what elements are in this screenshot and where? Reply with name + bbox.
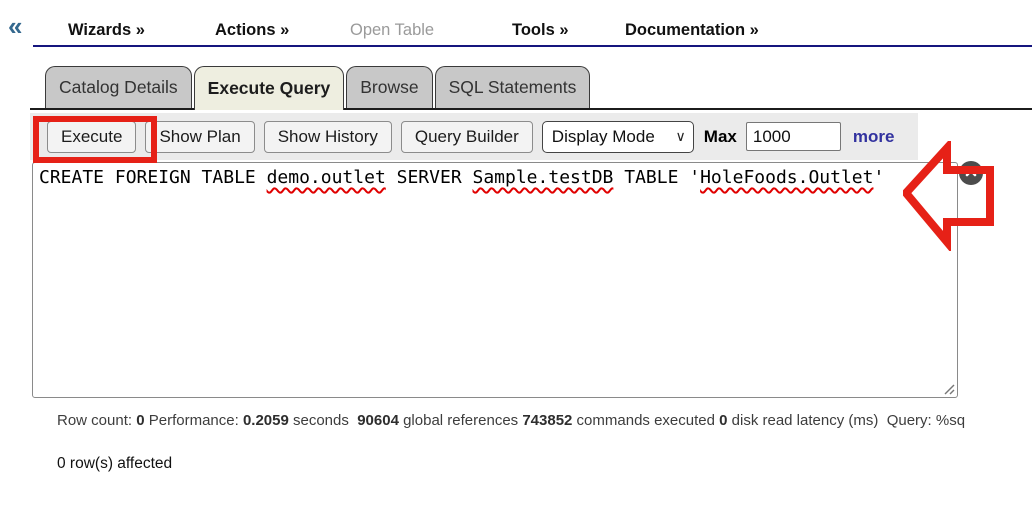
status-text: commands executed (572, 412, 719, 429)
nav-item-documentation[interactable]: Documentation » (625, 21, 759, 40)
tabbar: Catalog Details Execute Query Browse SQL… (45, 66, 590, 110)
nav-item-actions[interactable]: Actions » (215, 21, 289, 40)
status-text: Row count: (57, 412, 136, 429)
chevron-up-icon (963, 165, 979, 181)
query-status-line: Row count: 0 Performance: 0.2059 seconds… (57, 412, 1032, 432)
more-link[interactable]: more (853, 127, 895, 147)
tab-sql-statements[interactable]: SQL Statements (435, 66, 591, 108)
status-text: Performance: (145, 412, 243, 429)
query-text-segment-misspelled: Sample.testDB (473, 167, 614, 188)
tab-catalog-details[interactable]: Catalog Details (45, 66, 192, 108)
show-plan-button[interactable]: Show Plan (145, 121, 254, 153)
tab-execute-query[interactable]: Execute Query (194, 66, 345, 110)
display-mode-select-wrap: Display Mode ∨ (542, 121, 694, 153)
tab-browse[interactable]: Browse (346, 66, 432, 108)
status-value: 0.2059 (243, 412, 289, 429)
status-value: 743852 (522, 412, 572, 429)
status-text: seconds (289, 412, 357, 429)
nav-item-open-table: Open Table (350, 21, 434, 40)
nav-item-wizards[interactable]: Wizards » (68, 21, 145, 40)
max-label: Max (704, 127, 737, 147)
query-text-segment: TABLE ' (613, 167, 700, 188)
status-value: 90604 (357, 412, 399, 429)
rows-affected-message: 0 row(s) affected (57, 455, 172, 473)
query-text-segment: ' (873, 167, 884, 188)
query-builder-button[interactable]: Query Builder (401, 121, 533, 153)
query-text-segment: SERVER (386, 167, 473, 188)
status-value: 0 (136, 412, 144, 429)
nav-divider (33, 45, 1032, 47)
max-rows-input[interactable] (746, 122, 841, 151)
resize-handle-icon[interactable] (944, 384, 955, 395)
nav-item-tools[interactable]: Tools » (512, 21, 569, 40)
sql-query-page: « Wizards » Actions » Open Table Tools »… (0, 0, 1032, 505)
show-history-button[interactable]: Show History (264, 121, 392, 153)
scroll-to-top-button[interactable] (959, 161, 983, 185)
status-text: global references (399, 412, 522, 429)
collapse-menu-icon[interactable]: « (8, 13, 22, 39)
query-editor[interactable]: CREATE FOREIGN TABLE demo.outlet SERVER … (32, 162, 958, 398)
status-text: disk read latency (ms) Query: %sq (727, 412, 965, 429)
query-text-segment-misspelled: HoleFoods.Outlet (700, 167, 873, 188)
query-text-segment-misspelled: demo.outlet (267, 167, 386, 188)
query-text-segment: CREATE FOREIGN TABLE (39, 167, 267, 188)
query-toolbar: Execute Show Plan Show History Query Bui… (30, 113, 918, 160)
display-mode-select[interactable]: Display Mode (542, 121, 694, 153)
execute-button[interactable]: Execute (47, 121, 136, 153)
